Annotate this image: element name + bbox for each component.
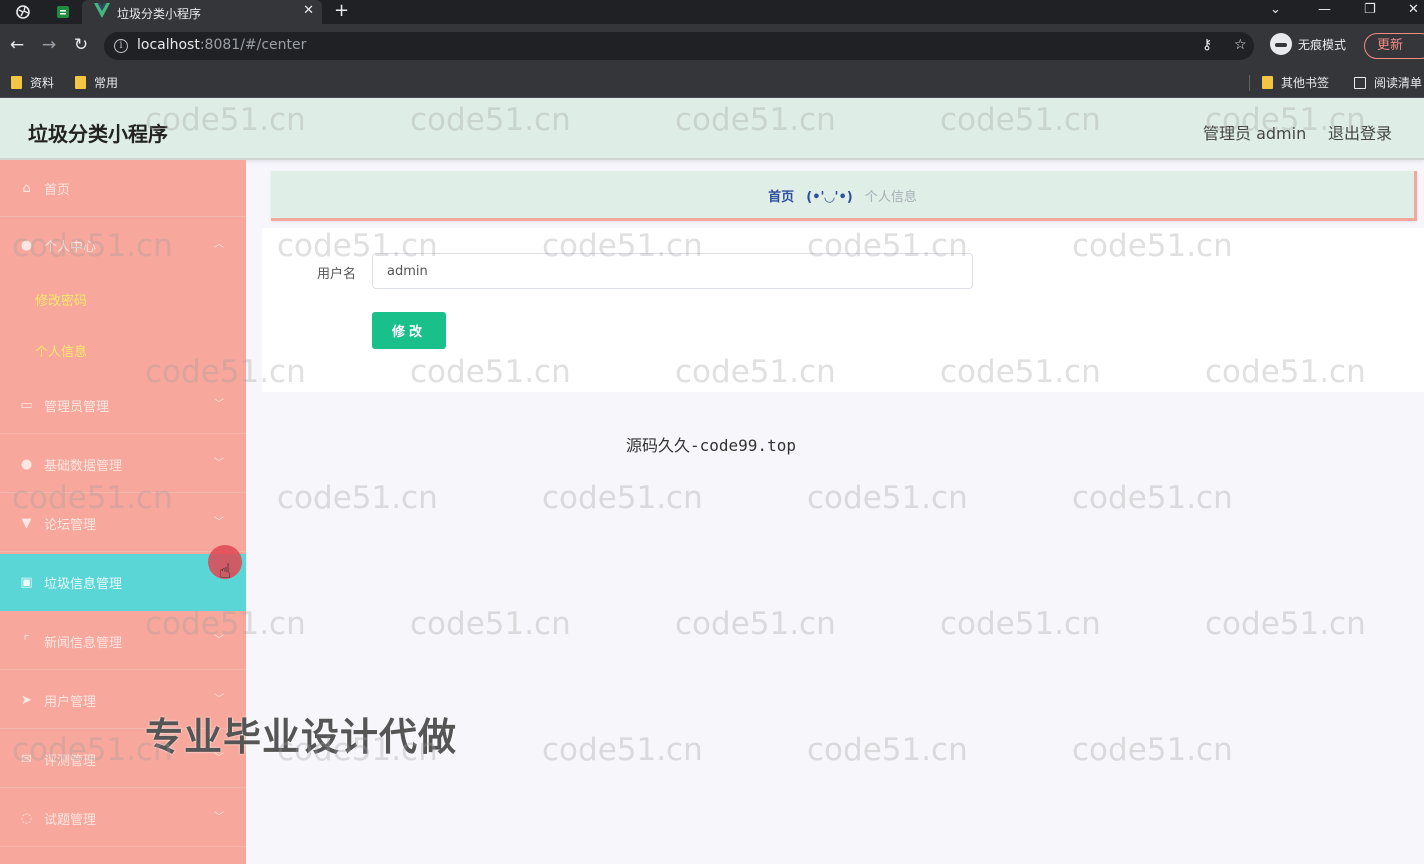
back-icon[interactable]: ← [6, 34, 28, 56]
chevron-down-icon: ﹀ [214, 517, 224, 528]
submit-button[interactable]: 修改 [372, 312, 446, 349]
sidebar-item-label: 垃圾信息管理 [44, 577, 123, 592]
profile-form: 用户名 修改 [262, 228, 1424, 392]
incognito-label: 无痕模式 [1298, 37, 1347, 52]
app-header: 垃圾分类小程序 管理员 admin 退出登录 [0, 98, 1424, 160]
logout-link[interactable]: 退出登录 [1328, 120, 1392, 144]
url-text: localhost:8081/#/center [137, 37, 307, 53]
chevron-down-icon: ﹀ [214, 694, 224, 705]
submenu-label: 个人信息 [35, 345, 88, 360]
user-icon: ● [20, 238, 33, 253]
close-window-icon[interactable]: ✕ [1408, 0, 1419, 22]
bookmark-divider [1249, 75, 1250, 91]
sidebar-item-label: 管理员管理 [44, 400, 110, 415]
sidebar-item-label: 用户管理 [44, 695, 97, 710]
sidebar-item-forum[interactable]: ▼ 论坛管理 ﹀ [0, 495, 246, 552]
bookmark-folder[interactable]: 常用 [75, 74, 118, 91]
globe-icon[interactable] [12, 2, 34, 22]
sidebar-item-news[interactable]: ⌜ 新闻信息管理 ﹀ [0, 613, 246, 670]
watermark: code51.cn [1072, 480, 1233, 516]
globe-icon: ◌ [20, 811, 33, 826]
home-icon: ⌂ [22, 181, 31, 196]
frame-icon: ⌜ [23, 634, 30, 649]
breadcrumb-current: 个人信息 [864, 190, 917, 205]
sidebar-item-label: 试题管理 [44, 813, 97, 828]
forward-icon[interactable]: → [38, 34, 60, 56]
breadcrumb: 首页 (•'◡'•) 个人信息 [271, 171, 1417, 221]
clipboard-icon: ▣ [20, 575, 33, 590]
app-title: 垃圾分类小程序 [28, 122, 168, 146]
send-icon: ➤ [21, 693, 32, 708]
breadcrumb-separator: (•'◡'•) [806, 190, 853, 205]
breadcrumb-home[interactable]: 首页 [768, 190, 794, 205]
browser-tab-strip: 垃圾分类小程序 ✕ + ⌄ — ❐ ✕ [0, 0, 1424, 24]
watermark: code51.cn [542, 732, 703, 768]
username-label: 用户名 [317, 267, 357, 282]
chevron-up-icon: ︿ [214, 239, 224, 250]
mail-icon: ✉ [21, 752, 32, 767]
update-button[interactable]: 更新 [1364, 33, 1424, 59]
incognito-indicator[interactable]: 无痕模式 [1270, 33, 1346, 55]
watermark: code51.cn [277, 480, 438, 516]
user-icon: ● [20, 457, 33, 472]
watermark: code51.cn [410, 606, 571, 642]
reading-list-icon [1354, 76, 1366, 89]
watermark: code51.cn [807, 480, 968, 516]
vue-logo-icon [94, 3, 110, 18]
address-bar: ← → ↻ i localhost:8081/#/center ⚷ ☆ 无痕模式… [0, 24, 1424, 68]
chevron-down-icon: ﹀ [214, 458, 224, 469]
reading-list[interactable]: 阅读清单 [1354, 74, 1422, 91]
watermark: code51.cn [940, 606, 1101, 642]
sidebar-item-label: 新闻信息管理 [44, 636, 123, 651]
sidebar-item-label: 个人中心 [44, 240, 97, 255]
id-card-icon: ▭ [20, 398, 33, 413]
close-icon[interactable]: ✕ [303, 3, 314, 18]
star-icon[interactable]: ☆ [1234, 37, 1247, 53]
incognito-icon [1270, 33, 1292, 55]
sidebar-item-personal-center[interactable]: ● 个人中心 ︿ [0, 217, 246, 274]
sidebar-item-label: 论坛管理 [44, 518, 97, 533]
sidebar-item-label: 基础数据管理 [44, 459, 123, 474]
bookmarks-bar: 资料 常用 其他书签 阅读清单 [0, 68, 1424, 98]
source-footer-text: 源码久久-code99.top [626, 436, 796, 455]
watermark: code51.cn [542, 480, 703, 516]
submenu-label: 修改密码 [35, 294, 88, 309]
sidebar-item-label: 评测管理 [44, 754, 97, 769]
key-icon[interactable]: ⚷ [1202, 37, 1212, 53]
sidebar-item-label: 首页 [44, 183, 71, 198]
bookmark-folder[interactable]: 资料 [11, 74, 54, 91]
sidebar-item-base-data[interactable]: ● 基础数据管理 ﹀ [0, 436, 246, 493]
watermark: code51.cn [1205, 606, 1366, 642]
chevron-down-icon: ﹀ [214, 812, 224, 823]
chevron-down-icon: ﹀ [214, 635, 224, 646]
sidebar-item-admin-management[interactable]: ▭ 管理员管理 ﹀ [0, 377, 246, 434]
promo-overlay-text: 专业毕业设计代做 [145, 715, 458, 759]
current-user: 管理员 admin [1203, 124, 1307, 143]
hand-cursor-icon: ☝ [219, 559, 232, 583]
folder-icon [11, 76, 22, 89]
folder-icon [75, 76, 86, 89]
folder-icon [1262, 76, 1273, 89]
watermark: code51.cn [807, 732, 968, 768]
url-field[interactable]: i localhost:8081/#/center ⚷ ☆ [104, 32, 1254, 60]
chevron-down-icon[interactable]: ⌄ [1270, 0, 1281, 22]
sidebar-item-questions[interactable]: ◌ 试题管理 ﹀ [0, 790, 246, 847]
restore-icon[interactable]: ❐ [1364, 0, 1376, 22]
bookmark-folder[interactable]: 其他书签 [1262, 74, 1329, 91]
reload-icon[interactable]: ↻ [70, 34, 92, 56]
active-tab[interactable]: 垃圾分类小程序 ✕ [82, 0, 322, 24]
username-input[interactable] [372, 253, 973, 289]
submenu-item-personal-info[interactable]: 个人信息 [0, 324, 246, 375]
watermark: code51.cn [675, 606, 836, 642]
minimize-icon[interactable]: — [1318, 0, 1331, 22]
info-icon[interactable]: i [114, 39, 128, 53]
new-tab-icon[interactable]: + [334, 0, 349, 22]
submenu-item-change-password[interactable]: 修改密码 [0, 273, 246, 324]
sheet-icon[interactable] [52, 2, 74, 22]
thumb-icon: ▼ [21, 516, 32, 531]
sidebar-item-home[interactable]: ⌂ 首页 [0, 160, 246, 217]
watermark: code51.cn [1072, 732, 1233, 768]
chevron-down-icon: ﹀ [214, 399, 224, 410]
tab-title: 垃圾分类小程序 [117, 7, 202, 21]
